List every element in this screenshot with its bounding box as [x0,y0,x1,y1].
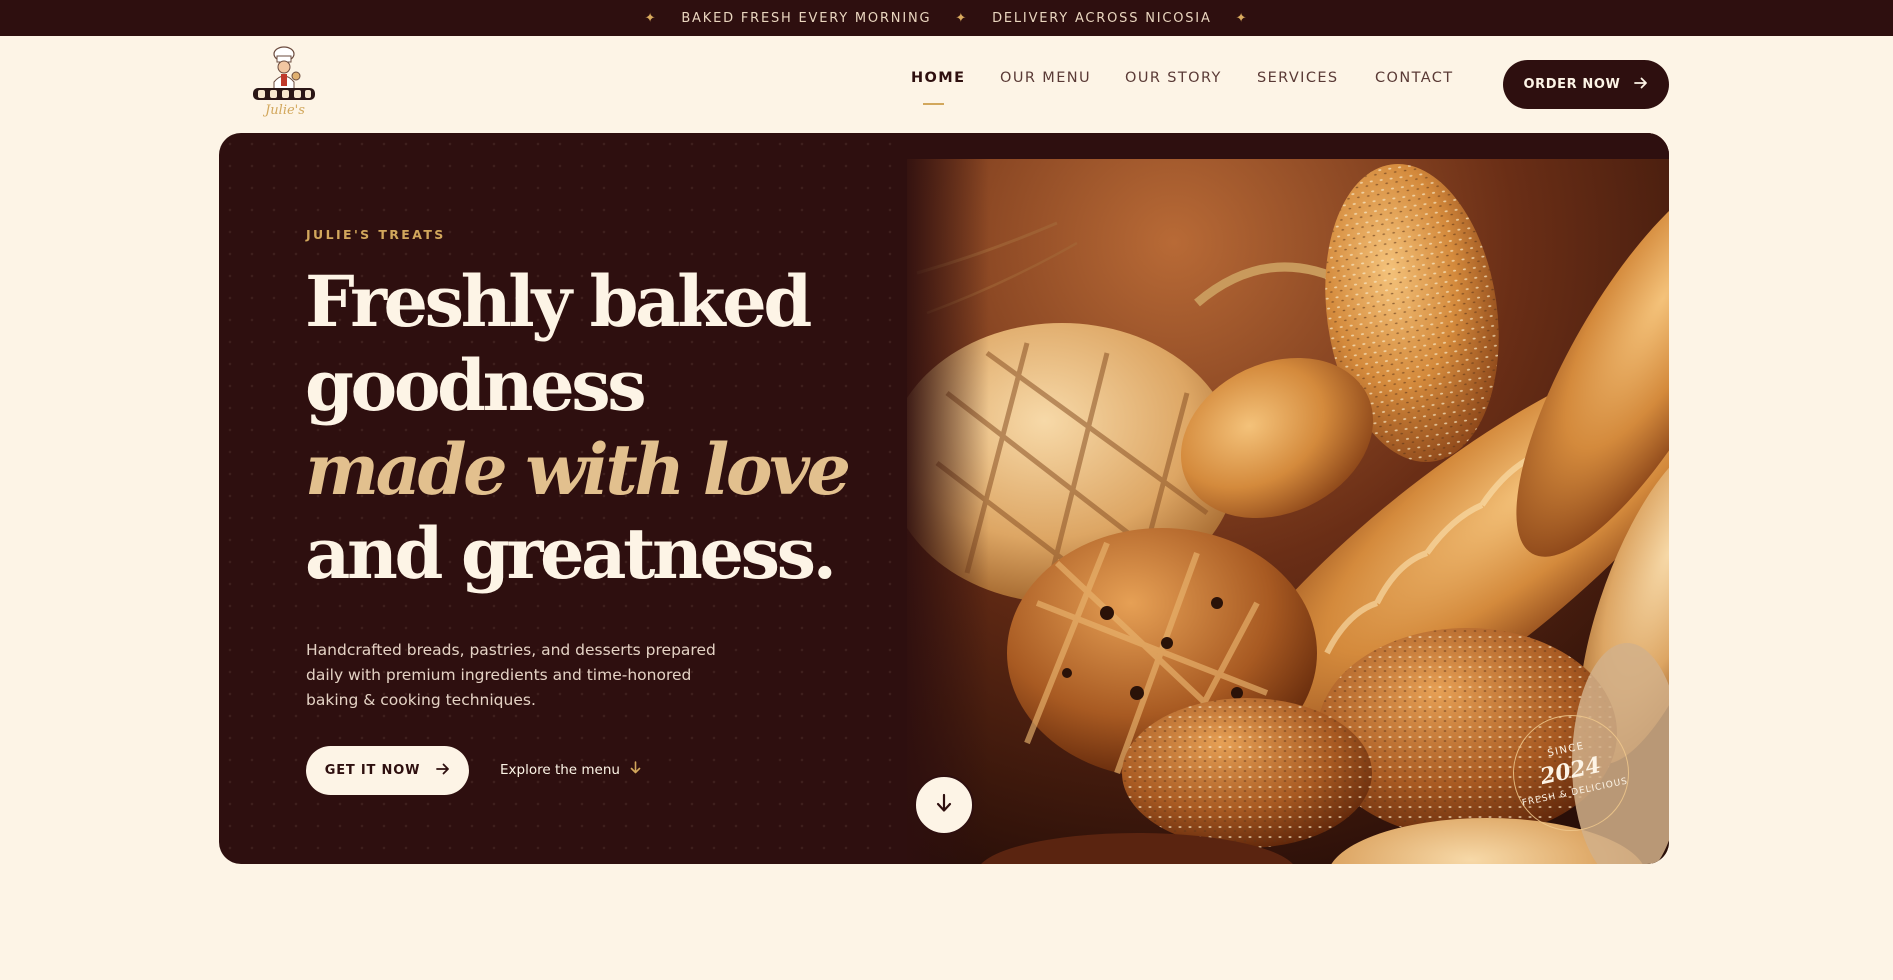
sparkle-star-icon: ✦ [1235,10,1249,26]
announcement-item: DELIVERY ACROSS NICOSIA [992,10,1212,26]
announcement-bar: ✦ BAKED FRESH EVERY MORNING ✦ DELIVERY A… [0,0,1893,36]
headline-accent-line: made with love [305,428,851,511]
explore-menu-link[interactable]: Explore the menu [500,761,641,778]
get-it-now-label: GET IT NOW [324,763,421,778]
get-it-now-button[interactable]: GET IT NOW [306,746,469,795]
headline-line: Freshly baked [305,260,812,343]
nav-item-contact[interactable]: CONTACT [1375,70,1454,86]
hero-section: JULIE'S TREATS Freshly baked goodness ma… [219,133,1669,864]
arrow-right-icon [436,763,450,779]
nav-item-our-menu[interactable]: OUR MENU [1000,70,1091,86]
explore-menu-label: Explore the menu [500,761,620,778]
sparkle-star-icon: ✦ [644,10,658,26]
arrow-right-icon [1634,77,1648,93]
arrow-down-icon [935,793,953,817]
nav-item-our-story[interactable]: OUR STORY [1125,70,1222,86]
headline-line: and greatness. [305,512,837,595]
hero-description: Handcrafted breads, pastries, and desser… [306,641,716,709]
hero-headline: Freshly baked goodness made with love an… [305,260,865,596]
order-now-button[interactable]: ORDER NOW [1503,60,1669,109]
active-nav-indicator [923,103,944,105]
hero-photo-fade [899,133,989,864]
scroll-down-button[interactable] [914,775,974,835]
announcement-item: BAKED FRESH EVERY MORNING [681,10,932,26]
headline-line: goodness [305,344,647,427]
logo-script: Julie's [262,103,305,118]
arrow-down-icon [630,761,641,778]
nav-item-home[interactable]: HOME [911,70,965,86]
sparkle-star-icon: ✦ [955,10,969,26]
nav-item-services[interactable]: SERVICES [1257,70,1339,86]
order-now-label: ORDER NOW [1523,77,1621,92]
hero-eyebrow: JULIE'S TREATS [306,227,446,242]
